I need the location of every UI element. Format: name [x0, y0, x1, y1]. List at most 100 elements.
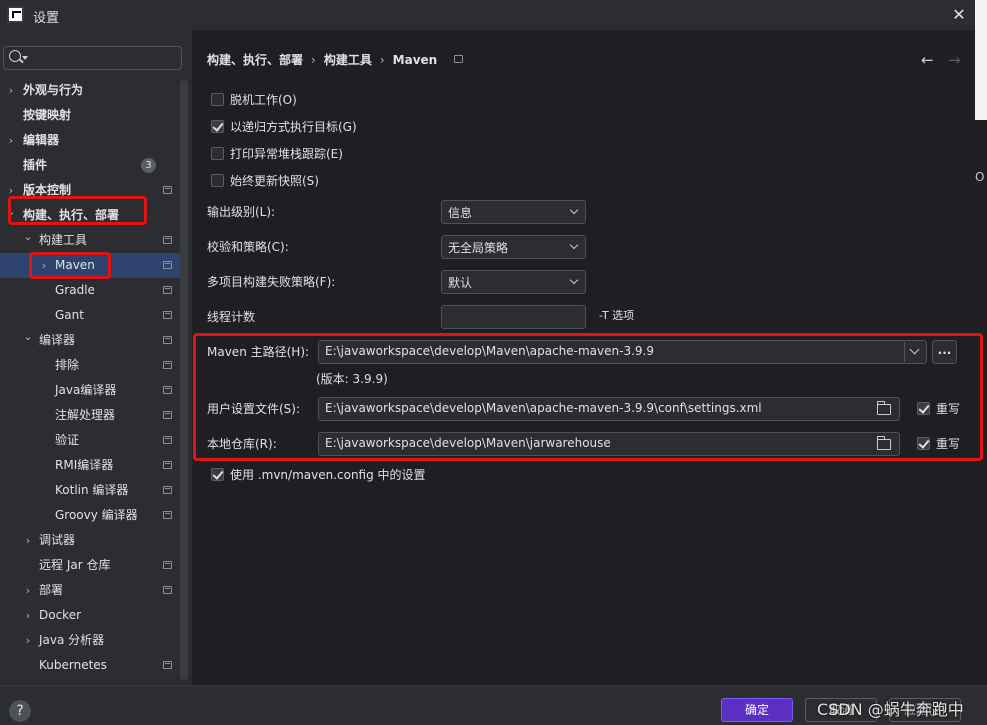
user-settings-override-label: 重写 — [936, 402, 961, 416]
chevron-right-icon[interactable]: › — [22, 603, 34, 628]
sidebar-item-compiler[interactable]: ⌄ 编译器 — [0, 328, 180, 353]
sidebar-item-label: 版本控制 — [23, 183, 72, 197]
project-level-icon — [454, 55, 463, 63]
sidebar-item-label: 远程 Jar 仓库 — [39, 558, 111, 572]
user-settings-path-field[interactable]: E:\javaworkspace\develop\Maven\apache-ma… — [318, 397, 900, 421]
sidebar-item-label: Gradle — [55, 283, 95, 297]
use-mvn-config-label: 使用 .mvn/maven.config 中的设置 — [230, 468, 426, 482]
thread-count-input[interactable] — [441, 305, 586, 329]
sidebar-item-appearance[interactable]: › 外观与行为 — [0, 78, 180, 103]
sidebar-item-label: Kubernetes — [39, 658, 107, 672]
project-level-icon — [163, 561, 172, 569]
sidebar-item-label: Kotlin 编译器 — [55, 483, 129, 497]
local-repo-path-field[interactable]: E:\javaworkspace\develop\Maven\jarwareho… — [318, 432, 900, 456]
user-settings-value: E:\javaworkspace\develop\Maven\apache-ma… — [325, 401, 762, 415]
project-level-icon — [163, 261, 172, 269]
sidebar-item-java-profiler[interactable]: › Java 分析器 — [0, 628, 180, 653]
chevron-right-icon[interactable]: › — [5, 128, 17, 153]
user-settings-override-checkbox[interactable] — [917, 402, 930, 415]
sidebar-item-label: 外观与行为 — [23, 83, 84, 97]
offline-label: 脱机工作(O) — [230, 93, 297, 107]
sidebar-item-gradle[interactable]: Gradle — [0, 278, 180, 303]
recursive-label: 以递归方式执行目标(G) — [230, 120, 357, 134]
recursive-checkbox[interactable] — [211, 120, 224, 133]
sidebar-item-deployment[interactable]: › 部署 — [0, 578, 180, 603]
settings-search-input[interactable] — [31, 49, 171, 67]
maven-home-combobox[interactable]: E:\javaworkspace\develop\Maven\apache-ma… — [318, 340, 927, 364]
sidebar-item-label: 排除 — [55, 358, 80, 372]
folder-icon[interactable] — [877, 401, 891, 415]
help-button[interactable]: ? — [9, 700, 31, 722]
project-level-icon — [163, 486, 172, 494]
project-level-icon — [163, 286, 172, 294]
folder-icon[interactable] — [877, 436, 891, 450]
sidebar-item-validation[interactable]: 验证 — [0, 428, 180, 453]
sidebar-item-debugger[interactable]: › 调试器 — [0, 528, 180, 553]
chevron-down-icon — [569, 275, 579, 285]
forward-arrow-icon[interactable]: → — [948, 51, 961, 69]
always-update-checkbox[interactable] — [211, 174, 224, 187]
sidebar-item-label: 插件 — [23, 158, 48, 172]
chevron-down-icon[interactable]: ⌄ — [22, 224, 34, 249]
breadcrumb-item[interactable]: 构建工具 — [324, 53, 372, 67]
sidebar-item-rmi-compiler[interactable]: RMI编译器 — [0, 453, 180, 478]
chevron-right-icon[interactable]: › — [22, 528, 34, 553]
ok-button[interactable]: 确定 — [721, 698, 793, 722]
breadcrumb-item-current: Maven — [392, 53, 438, 67]
print-stack-checkbox[interactable] — [211, 147, 224, 160]
chevron-down-icon[interactable]: ⌄ — [5, 199, 17, 224]
sidebar-item-docker[interactable]: › Docker — [0, 603, 180, 628]
breadcrumb-item[interactable]: 构建、执行、部署 — [207, 53, 303, 67]
project-level-icon — [163, 511, 172, 519]
project-level-icon — [163, 361, 172, 369]
back-arrow-icon[interactable]: ← — [921, 51, 934, 69]
breadcrumb-separator: › — [379, 53, 385, 67]
sidebar-item-annotation-processors[interactable]: 注解处理器 — [0, 403, 180, 428]
output-level-label: 输出级别(L): — [207, 205, 276, 219]
sidebar-item-excludes[interactable]: 排除 — [0, 353, 180, 378]
sidebar-item-remote-jar-repositories[interactable]: 远程 Jar 仓库 — [0, 553, 180, 578]
search-options-caret-icon[interactable] — [22, 56, 28, 60]
local-repo-override-label: 重写 — [936, 437, 961, 451]
project-level-icon — [163, 236, 172, 244]
maven-home-browse-button[interactable]: ... — [932, 340, 957, 364]
sidebar-item-editor[interactable]: › 编辑器 — [0, 128, 180, 153]
close-icon[interactable]: ✕ — [948, 4, 970, 26]
sidebar-item-plugins[interactable]: 插件 3 — [0, 153, 180, 178]
sidebar-item-kotlin-compiler[interactable]: Kotlin 编译器 — [0, 478, 180, 503]
combobox-divider — [904, 342, 905, 362]
sidebar-item-label: Maven — [55, 258, 95, 272]
sidebar-item-build-tools[interactable]: ⌄ 构建工具 — [0, 228, 180, 253]
output-level-dropdown[interactable]: 信息 — [441, 200, 586, 224]
sidebar-item-label: 构建工具 — [39, 233, 88, 247]
chevron-right-icon[interactable]: › — [22, 628, 34, 653]
dialog-footer: ? 确定 取消 应用(A) CSDN @蜗牛奔跑中 — [0, 685, 987, 725]
maven-home-value: E:\javaworkspace\develop\Maven\apache-ma… — [325, 344, 654, 358]
offline-checkbox[interactable] — [211, 93, 224, 106]
sidebar-item-label: 验证 — [55, 433, 80, 447]
sidebar-item-kubernetes[interactable]: Kubernetes — [0, 653, 180, 678]
sidebar-item-groovy-compiler[interactable]: Groovy 编译器 — [0, 503, 180, 528]
sidebar-item-label: 编辑器 — [23, 133, 60, 147]
chevron-right-icon[interactable]: › — [22, 578, 34, 603]
chevron-right-icon[interactable]: › — [38, 253, 50, 278]
plugins-count-badge: 3 — [141, 158, 156, 173]
sidebar-item-java-compiler[interactable]: Java编译器 — [0, 378, 180, 403]
sidebar-scrollbar[interactable] — [180, 80, 188, 680]
sidebar-item-label: Gant — [55, 308, 84, 322]
sidebar-item-maven[interactable]: › Maven — [0, 253, 180, 278]
checksum-policy-value: 无全局策略 — [448, 241, 509, 255]
use-mvn-config-checkbox[interactable] — [211, 468, 224, 481]
multiproject-fail-policy-value: 默认 — [448, 276, 473, 290]
chevron-right-icon[interactable]: › — [5, 78, 17, 103]
checksum-policy-dropdown[interactable]: 无全局策略 — [441, 235, 586, 259]
multiproject-fail-policy-dropdown[interactable]: 默认 — [441, 270, 586, 294]
project-level-icon — [163, 411, 172, 419]
chevron-down-icon[interactable]: ⌄ — [22, 324, 34, 349]
sidebar-item-keymap[interactable]: 按键映射 — [0, 103, 180, 128]
chevron-down-icon[interactable] — [909, 344, 920, 355]
settings-search-box[interactable] — [3, 46, 182, 70]
sidebar-item-label: 调试器 — [39, 533, 76, 547]
sidebar-item-version-control[interactable]: › 版本控制 — [0, 178, 180, 203]
local-repo-override-checkbox[interactable] — [917, 437, 930, 450]
